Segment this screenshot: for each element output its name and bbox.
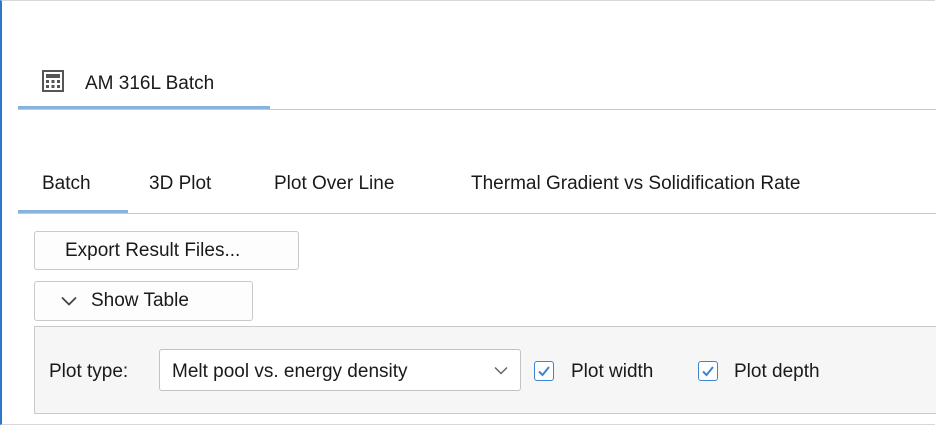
plot-width-checkbox[interactable] [534, 361, 554, 381]
plot-type-select[interactable]: Melt pool vs. energy density [159, 349, 521, 391]
tab-batch[interactable]: Batch [18, 161, 128, 213]
plot-type-label: Plot type: [49, 361, 129, 382]
tab-thermal-gradient-vs-solidification-rate[interactable]: Thermal Gradient vs Solidification Rate [471, 161, 800, 213]
checkmark-icon [702, 366, 714, 377]
sub-tab-bar: Batch 3D Plot Plot Over Line Thermal Gra… [18, 161, 936, 214]
chevron-down-icon [61, 296, 77, 306]
window-tab-am-316l-batch[interactable]: AM 316L Batch [18, 63, 270, 109]
plot-depth-label[interactable]: Plot depth [734, 361, 820, 383]
show-table-label: Show Table [91, 290, 189, 311]
export-result-files-label: Export Result Files... [65, 239, 241, 261]
plot-type-value: Melt pool vs. energy density [172, 361, 408, 382]
tab-3d-plot[interactable]: 3D Plot [149, 161, 211, 213]
tab-plot-over-line[interactable]: Plot Over Line [274, 161, 394, 213]
show-table-button[interactable]: Show Table [34, 281, 253, 321]
export-result-files-button[interactable]: Export Result Files... [34, 231, 299, 270]
plot-options-panel: Plot type: Melt pool vs. energy density … [34, 326, 936, 414]
plot-width-label[interactable]: Plot width [571, 361, 653, 383]
calculator-icon [42, 70, 64, 92]
chevron-down-icon [494, 366, 508, 375]
batch-window: AM 316L Batch Batch 3D Plot Plot Over Li… [0, 0, 936, 425]
window-tab-title: AM 316L Batch [85, 73, 215, 94]
plot-depth-checkbox[interactable] [698, 361, 718, 381]
window-tab-strip: AM 316L Batch [18, 63, 936, 110]
checkmark-icon [538, 366, 550, 377]
